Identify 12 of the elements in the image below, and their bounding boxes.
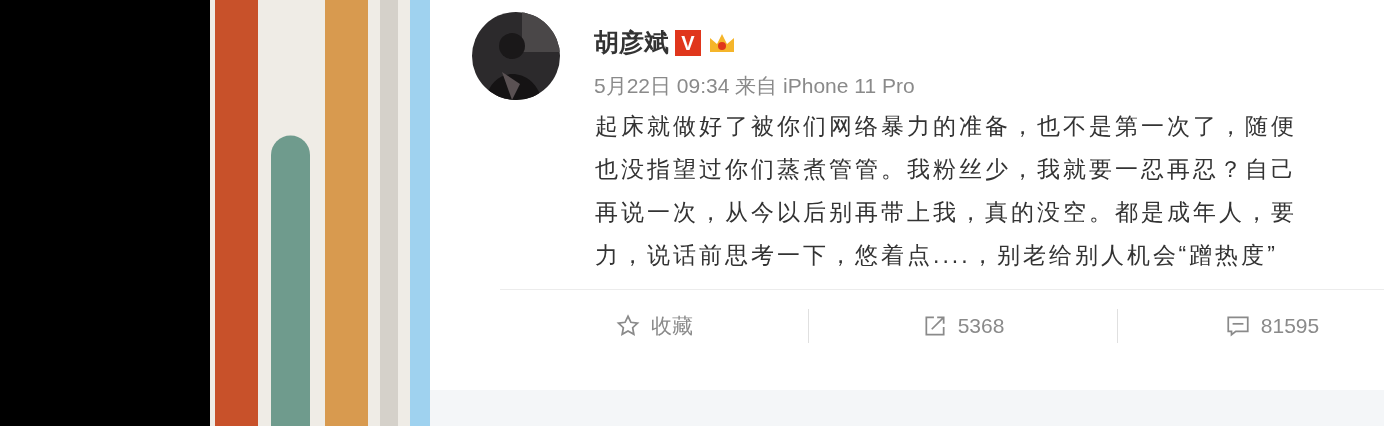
- post-text-line: 再说一次，从今以后别再带上我，真的没空。都是成年人，要: [595, 198, 1298, 227]
- comment-button[interactable]: 81595: [1118, 302, 1384, 350]
- comment-icon: [1224, 313, 1251, 339]
- post-text-line: 也没指望过你们蒸煮管管。我粉丝少，我就要一忍再忍？自己: [595, 155, 1298, 184]
- star-icon: [615, 313, 641, 339]
- verified-badge: V: [675, 29, 701, 56]
- post-meta: 5月22日 09:34 来自 iPhone 11 Pro: [594, 72, 915, 99]
- author-name[interactable]: 胡彦斌: [594, 24, 669, 62]
- post-text-line: 力，说话前思考一下，悠着点....，别老给别人机会“蹭热度”: [595, 241, 1279, 270]
- post-text-line: 起床就做好了被你们网络暴力的准备，也不是第一次了，随便: [595, 112, 1298, 141]
- repost-button[interactable]: 5368: [809, 302, 1117, 350]
- favorite-button[interactable]: 收藏: [500, 302, 808, 350]
